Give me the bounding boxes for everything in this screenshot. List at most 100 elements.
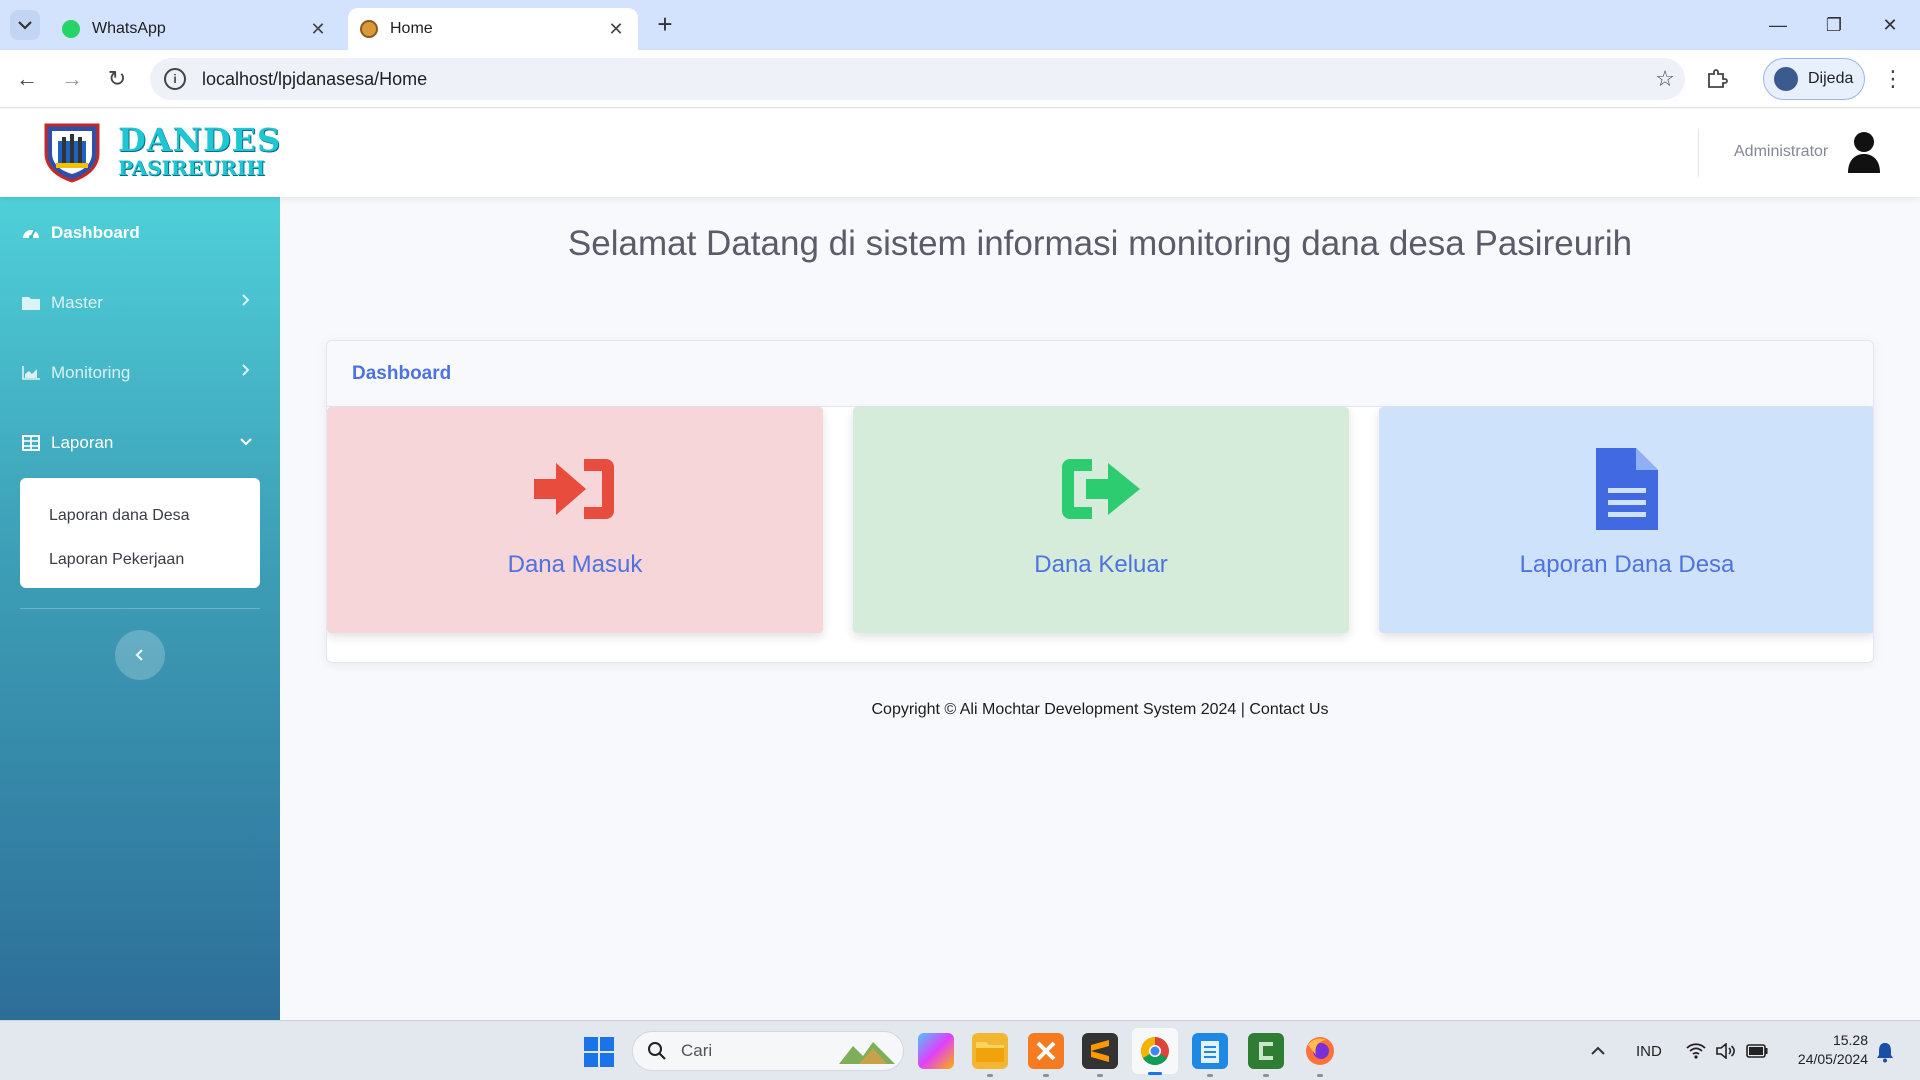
taskbar-app-sublime[interactable] — [1082, 1033, 1118, 1077]
site-info-icon[interactable]: i — [164, 68, 186, 90]
app-header: DANDES PASIREURIH Administrator — [0, 109, 1920, 197]
folder-icon — [976, 1042, 1004, 1062]
topbar-divider — [1698, 129, 1699, 177]
close-icon[interactable]: ✕ — [606, 19, 626, 40]
chevron-down-icon — [236, 433, 256, 451]
search-icon — [648, 1042, 666, 1060]
clock-date: 24/05/2024 — [1797, 1051, 1868, 1067]
tachometer-icon — [21, 224, 41, 242]
sign-out-icon — [1060, 449, 1142, 529]
brand-name: DANDES PASIREURIH — [118, 124, 281, 178]
wifi-icon[interactable] — [1686, 1021, 1706, 1080]
address-bar[interactable]: i localhost/lpjdanasesa/Home ☆ — [150, 58, 1685, 100]
contact-us-link[interactable]: Contact Us — [1249, 701, 1328, 718]
dashboard-card: Dashboard Dana Masuk Dana Keluar Laporan… — [326, 340, 1874, 663]
clock-time: 15.28 — [1832, 1032, 1868, 1048]
taskbar-app-xampp[interactable] — [1028, 1033, 1064, 1077]
sidebar-item-dashboard[interactable]: Dashboard — [0, 213, 280, 253]
chevron-left-icon — [135, 649, 143, 661]
search-highlight-icon — [839, 1042, 895, 1064]
battery-icon[interactable] — [1746, 1021, 1768, 1080]
page-title: Selamat Datang di sistem informasi monit… — [567, 224, 1633, 263]
system-clock[interactable]: 15.28 24/05/2024 — [1782, 1031, 1868, 1069]
brand-line-2: PASIREURIH — [118, 156, 266, 180]
browser-menu-icon[interactable]: ⋮ — [1878, 62, 1908, 96]
whatsapp-icon — [62, 20, 80, 38]
tile-dana-keluar[interactable]: Dana Keluar — [853, 407, 1349, 633]
sidebar-item-label: Master — [51, 293, 103, 312]
new-tab-button[interactable]: + — [650, 10, 680, 40]
restore-button[interactable]: ❐ — [1806, 0, 1862, 50]
copyright-text: Copyright © Ali Mochtar Development Syst… — [871, 701, 1250, 718]
taskbar-app-codeigniter[interactable] — [1248, 1033, 1284, 1077]
area-chart-icon — [21, 364, 41, 382]
minimize-button[interactable]: — — [1750, 0, 1806, 50]
start-button[interactable] — [584, 1037, 614, 1067]
tray-overflow-chevron-icon[interactable] — [1590, 1021, 1606, 1080]
tab-whatsapp[interactable]: WhatsApp ✕ — [50, 8, 340, 50]
card-title: Dashboard — [327, 341, 1873, 407]
chevron-down-icon — [18, 21, 32, 30]
tile-laporan-dana-desa[interactable]: Laporan Dana Desa — [1379, 407, 1873, 633]
sidebar-divider — [20, 608, 260, 609]
sign-in-icon — [534, 449, 616, 529]
profile-button[interactable]: Dijeda — [1763, 58, 1865, 100]
table-icon — [21, 434, 41, 452]
folder-icon — [21, 294, 41, 312]
notification-bell-icon[interactable] — [1874, 1041, 1896, 1063]
tile-label: Laporan Dana Desa — [1519, 551, 1735, 578]
sidebar-item-monitoring[interactable]: Monitoring — [0, 353, 280, 393]
forward-button[interactable]: → — [55, 62, 89, 96]
volume-icon[interactable] — [1716, 1021, 1736, 1080]
notepad-icon — [1201, 1041, 1219, 1063]
file-text-icon — [1596, 448, 1658, 530]
user-name[interactable]: Administrator — [1734, 143, 1828, 161]
search-placeholder: Cari — [681, 1041, 713, 1060]
browser-tab-bar: WhatsApp ✕ Home ✕ + — ❐ ✕ — [0, 0, 1920, 50]
taskbar-app-notepad[interactable] — [1192, 1033, 1228, 1077]
reload-button[interactable]: ↻ — [100, 62, 134, 96]
bookmark-star-icon[interactable]: ☆ — [1645, 66, 1685, 92]
close-icon[interactable]: ✕ — [308, 19, 328, 40]
language-indicator[interactable]: IND — [1636, 1021, 1662, 1080]
back-button[interactable]: ← — [10, 62, 44, 96]
chevron-right-icon — [236, 363, 256, 381]
sidebar-toggle-button[interactable] — [115, 630, 165, 680]
sidebar-item-laporan[interactable]: Laporan — [0, 423, 280, 463]
window-close-button[interactable]: ✕ — [1862, 0, 1918, 50]
sidebar-item-label: Laporan — [51, 433, 114, 452]
app-icon — [1259, 1042, 1273, 1060]
taskbar-app-copilot[interactable] — [918, 1033, 954, 1069]
tab-title: WhatsApp — [92, 20, 166, 37]
tile-dana-masuk[interactable]: Dana Masuk — [327, 407, 823, 633]
user-icon[interactable] — [1846, 131, 1882, 173]
taskbar-app-chrome[interactable] — [1132, 1028, 1178, 1075]
taskbar-search[interactable]: Cari — [632, 1031, 904, 1071]
brand-line-1: DANDES — [118, 121, 282, 159]
taskbar-app-file-explorer[interactable] — [972, 1033, 1008, 1077]
url-text[interactable]: localhost/lpjdanasesa/Home — [202, 69, 1645, 90]
taskbar-app-firefox[interactable] — [1302, 1033, 1338, 1077]
sidebar-item-master[interactable]: Master — [0, 283, 280, 323]
tab-title: Home — [390, 20, 433, 37]
chevron-right-icon — [236, 293, 256, 311]
profile-name: Dijeda — [1808, 70, 1854, 87]
tab-search-button[interactable] — [10, 10, 40, 40]
extensions-button[interactable] — [1700, 62, 1734, 96]
submenu-item-laporan-pekerjaan[interactable]: Laporan Pekerjaan — [20, 538, 260, 582]
brand-logo[interactable]: DANDES PASIREURIH — [40, 119, 281, 183]
taskbar: Cari IND 15.28 24/05/2024 — [0, 1020, 1920, 1080]
xampp-icon — [1036, 1041, 1056, 1061]
firefox-icon — [1306, 1037, 1334, 1065]
sidebar: Dashboard Master Monitoring Laporan Lapo… — [0, 197, 280, 1020]
tile-label: Dana Keluar — [1034, 551, 1168, 578]
chrome-icon — [1141, 1037, 1169, 1065]
puzzle-icon — [1708, 69, 1728, 88]
village-crest-icon — [44, 123, 100, 183]
submenu-item-laporan-dana-desa[interactable]: Laporan dana Desa — [20, 494, 260, 538]
sidebar-item-label: Monitoring — [51, 363, 131, 382]
sublime-icon — [1091, 1040, 1109, 1062]
tile-label: Dana Masuk — [507, 551, 643, 578]
footer: Copyright © Ali Mochtar Development Syst… — [280, 701, 1920, 719]
tab-home[interactable]: Home ✕ — [348, 8, 638, 50]
